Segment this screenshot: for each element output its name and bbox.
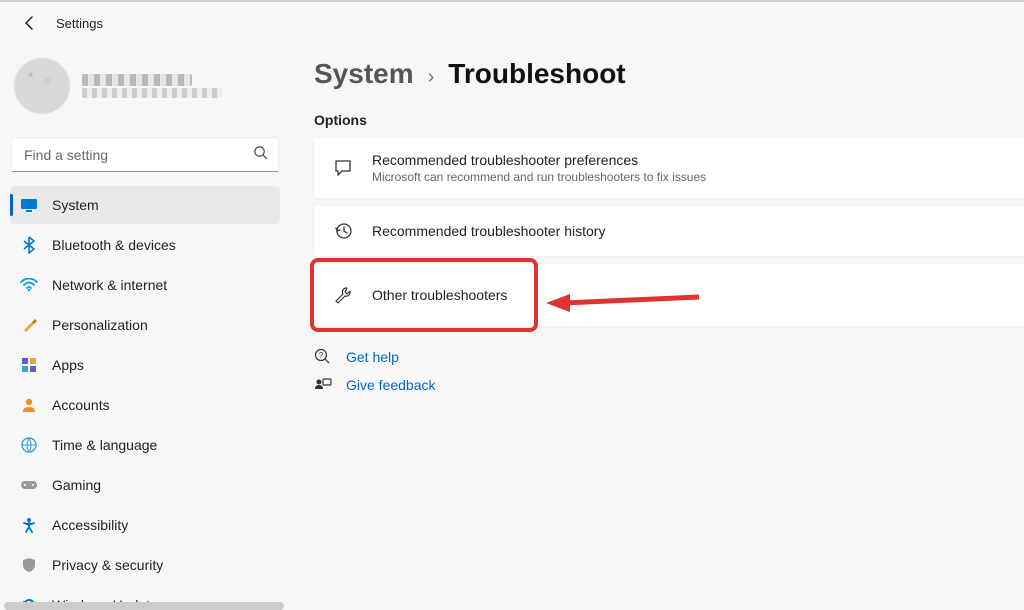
wifi-icon [20, 276, 38, 294]
give-feedback-link[interactable]: Give feedback [314, 376, 1024, 394]
search-icon [253, 145, 268, 165]
svg-text:?: ? [319, 351, 324, 360]
breadcrumb-parent[interactable]: System [314, 58, 414, 90]
help-icon: ? [314, 348, 332, 366]
profile-text [82, 74, 222, 98]
section-label: Options [314, 112, 1024, 128]
card-title: Recommended troubleshooter history [372, 223, 605, 239]
sidebar-item-label: Time & language [52, 437, 157, 453]
feedback-icon [314, 376, 332, 394]
breadcrumb: System › Troubleshoot [314, 58, 1024, 90]
sidebar-item-label: Apps [52, 357, 84, 373]
card-other-troubleshooters[interactable]: Other troubleshooters [314, 264, 1024, 326]
horizontal-scrollbar[interactable] [4, 602, 284, 610]
bluetooth-icon [20, 236, 38, 254]
card-title: Other troubleshooters [372, 287, 507, 303]
monitor-icon [20, 196, 38, 214]
sidebar-item-network[interactable]: Network & internet [10, 266, 280, 304]
sidebar-item-label: Privacy & security [52, 557, 163, 573]
card-title: Recommended troubleshooter preferences [372, 152, 706, 168]
link-label: Get help [346, 349, 399, 365]
card-subtitle: Microsoft can recommend and run troubles… [372, 170, 706, 184]
link-label: Give feedback [346, 377, 436, 393]
sidebar-item-label: System [52, 197, 99, 213]
wrench-icon [332, 284, 354, 306]
sidebar-item-apps[interactable]: Apps [10, 346, 280, 384]
chat-icon [332, 157, 354, 179]
avatar [14, 58, 70, 114]
arrow-left-icon [22, 15, 38, 31]
sidebar-item-label: Accessibility [52, 517, 128, 533]
sidebar-item-privacy[interactable]: Privacy & security [10, 546, 280, 584]
person-icon [20, 396, 38, 414]
sidebar-item-label: Accounts [52, 397, 110, 413]
card-troubleshooter-history[interactable]: Recommended troubleshooter history [314, 206, 1024, 256]
sidebar: System Bluetooth & devices Network & int… [0, 44, 290, 610]
accessibility-icon [20, 516, 38, 534]
card-troubleshooter-preferences[interactable]: Recommended troubleshooter preferences M… [314, 138, 1024, 198]
apps-icon [20, 356, 38, 374]
user-profile[interactable] [10, 52, 280, 134]
sidebar-item-time-language[interactable]: Time & language [10, 426, 280, 464]
sidebar-item-gaming[interactable]: Gaming [10, 466, 280, 504]
sidebar-item-label: Network & internet [52, 277, 167, 293]
sidebar-item-bluetooth[interactable]: Bluetooth & devices [10, 226, 280, 264]
get-help-link[interactable]: ? Get help [314, 348, 1024, 366]
sidebar-item-system[interactable]: System [10, 186, 280, 224]
gamepad-icon [20, 476, 38, 494]
breadcrumb-current: Troubleshoot [448, 58, 625, 90]
sidebar-item-personalization[interactable]: Personalization [10, 306, 280, 344]
chevron-right-icon: › [428, 66, 435, 89]
app-title: Settings [56, 16, 103, 31]
back-button[interactable] [16, 9, 44, 37]
history-icon [332, 220, 354, 242]
nav-list: System Bluetooth & devices Network & int… [10, 186, 280, 610]
sidebar-item-accessibility[interactable]: Accessibility [10, 506, 280, 544]
sidebar-item-label: Bluetooth & devices [52, 237, 176, 253]
main-content: System › Troubleshoot Options Recommende… [290, 44, 1024, 610]
brush-icon [20, 316, 38, 334]
sidebar-item-label: Personalization [52, 317, 148, 333]
shield-icon [20, 556, 38, 574]
search-input[interactable] [12, 138, 278, 172]
search-box[interactable] [12, 138, 278, 172]
globe-clock-icon [20, 436, 38, 454]
sidebar-item-accounts[interactable]: Accounts [10, 386, 280, 424]
sidebar-item-label: Gaming [52, 477, 101, 493]
